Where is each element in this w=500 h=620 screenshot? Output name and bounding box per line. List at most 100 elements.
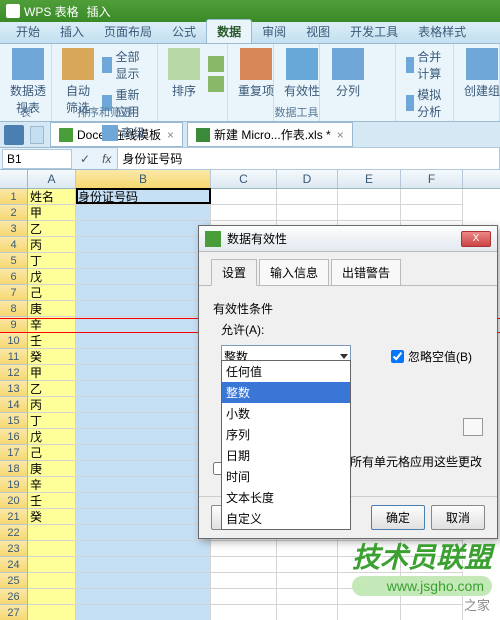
row-header[interactable]: 7 xyxy=(0,285,28,301)
cell[interactable] xyxy=(76,541,211,557)
cell[interactable]: 甲 xyxy=(28,365,76,381)
cell[interactable]: 丙 xyxy=(28,397,76,413)
cell[interactable] xyxy=(401,205,463,221)
fx-button[interactable]: fx xyxy=(96,152,117,166)
cell[interactable] xyxy=(76,461,211,477)
row-header[interactable]: 5 xyxy=(0,253,28,269)
menu-公式[interactable]: 公式 xyxy=(162,20,206,43)
cell[interactable] xyxy=(76,589,211,605)
dropdown-option[interactable]: 自定义 xyxy=(222,508,350,529)
cell[interactable] xyxy=(28,573,76,589)
cell[interactable] xyxy=(76,509,211,525)
cell[interactable]: 戊 xyxy=(28,269,76,285)
cell[interactable] xyxy=(76,557,211,573)
cell[interactable]: 辛 xyxy=(28,477,76,493)
cell[interactable] xyxy=(76,381,211,397)
col-header[interactable]: B xyxy=(76,170,211,188)
cell[interactable]: 辛 xyxy=(28,317,76,333)
show-all-button[interactable]: 全部显示 xyxy=(98,46,151,84)
cell[interactable]: 乙 xyxy=(28,221,76,237)
row-header[interactable]: 9 xyxy=(0,317,28,333)
advanced-button[interactable]: 高级 xyxy=(98,122,151,143)
cell[interactable]: 己 xyxy=(28,445,76,461)
cell[interactable] xyxy=(76,285,211,301)
row-header[interactable]: 15 xyxy=(0,413,28,429)
row-header[interactable]: 22 xyxy=(0,525,28,541)
dropdown-option[interactable]: 小数 xyxy=(222,403,350,424)
row-header[interactable]: 23 xyxy=(0,541,28,557)
row-header[interactable]: 10 xyxy=(0,333,28,349)
ok-button[interactable]: 确定 xyxy=(371,505,425,530)
close-button[interactable]: X xyxy=(461,231,491,247)
cell[interactable] xyxy=(211,589,277,605)
cell[interactable] xyxy=(277,557,338,573)
cell[interactable] xyxy=(76,493,211,509)
cell[interactable] xyxy=(277,573,338,589)
home-button[interactable] xyxy=(4,125,24,145)
dropdown-option[interactable]: 整数 xyxy=(222,382,350,403)
cell[interactable]: 身份证号码 xyxy=(76,189,211,205)
select-all-corner[interactable] xyxy=(0,170,28,188)
cell[interactable]: 丁 xyxy=(28,413,76,429)
cell[interactable] xyxy=(338,189,401,205)
row-header[interactable]: 26 xyxy=(0,589,28,605)
row-header[interactable]: 14 xyxy=(0,397,28,413)
close-icon[interactable]: × xyxy=(167,128,174,142)
col-header[interactable]: D xyxy=(277,170,338,188)
menu-insert-small[interactable]: 插入 xyxy=(87,3,111,20)
cell[interactable] xyxy=(211,573,277,589)
row-header[interactable]: 24 xyxy=(0,557,28,573)
row-header[interactable]: 17 xyxy=(0,445,28,461)
cell[interactable] xyxy=(338,205,401,221)
row-header[interactable]: 2 xyxy=(0,205,28,221)
cell[interactable] xyxy=(76,445,211,461)
cell[interactable] xyxy=(76,269,211,285)
cell[interactable] xyxy=(76,397,211,413)
tabs-dropdown[interactable] xyxy=(30,126,44,144)
name-box[interactable]: B1 xyxy=(2,149,72,169)
group-button[interactable]: 创建组 xyxy=(460,46,500,101)
col-header[interactable]: F xyxy=(401,170,463,188)
menu-页面布局[interactable]: 页面布局 xyxy=(94,20,162,43)
row-header[interactable]: 11 xyxy=(0,349,28,365)
cell[interactable] xyxy=(76,253,211,269)
cell[interactable] xyxy=(76,477,211,493)
col-header[interactable]: E xyxy=(338,170,401,188)
text-to-cols-button[interactable]: 分列 xyxy=(326,46,370,101)
cell[interactable] xyxy=(76,365,211,381)
dialog-tab[interactable]: 出错警告 xyxy=(331,259,401,286)
row-header[interactable]: 19 xyxy=(0,477,28,493)
menu-开发工具[interactable]: 开发工具 xyxy=(340,20,408,43)
menu-插入[interactable]: 插入 xyxy=(50,20,94,43)
dialog-tab[interactable]: 设置 xyxy=(211,259,257,286)
row-header[interactable]: 12 xyxy=(0,365,28,381)
cell[interactable] xyxy=(76,301,211,317)
col-header[interactable]: C xyxy=(211,170,277,188)
cancel-button[interactable]: 取消 xyxy=(431,505,485,530)
allow-dropdown[interactable]: 任何值整数小数序列日期时间文本长度自定义 xyxy=(221,360,351,530)
cell[interactable] xyxy=(211,205,277,221)
whatif-button[interactable]: 模拟分析 xyxy=(402,84,447,122)
dropdown-option[interactable]: 任何值 xyxy=(222,361,350,382)
cell[interactable]: 壬 xyxy=(28,493,76,509)
row-header[interactable]: 1 xyxy=(0,189,28,205)
dropdown-option[interactable]: 时间 xyxy=(222,466,350,487)
sort-button[interactable]: 排序 xyxy=(164,46,204,101)
cell[interactable]: 姓名 xyxy=(28,189,76,205)
cell[interactable]: 己 xyxy=(28,285,76,301)
validation-button[interactable]: 有效性 xyxy=(280,46,324,101)
doc-tab-workbook[interactable]: 新建 Micro...作表.xls * × xyxy=(187,122,353,147)
cell[interactable] xyxy=(28,589,76,605)
sort-asc-button[interactable] xyxy=(204,54,231,74)
ignore-blank-checkbox[interactable]: 忽略空值(B) xyxy=(391,348,472,365)
cell[interactable] xyxy=(28,557,76,573)
dropdown-option[interactable]: 序列 xyxy=(222,424,350,445)
collapse-dialog-icon[interactable] xyxy=(463,418,483,436)
dropdown-option[interactable]: 文本长度 xyxy=(222,487,350,508)
cell[interactable] xyxy=(277,205,338,221)
dialog-titlebar[interactable]: 数据有效性 X xyxy=(199,226,497,252)
cell[interactable]: 癸 xyxy=(28,349,76,365)
menu-开始[interactable]: 开始 xyxy=(6,20,50,43)
cell[interactable] xyxy=(76,573,211,589)
row-header[interactable]: 25 xyxy=(0,573,28,589)
